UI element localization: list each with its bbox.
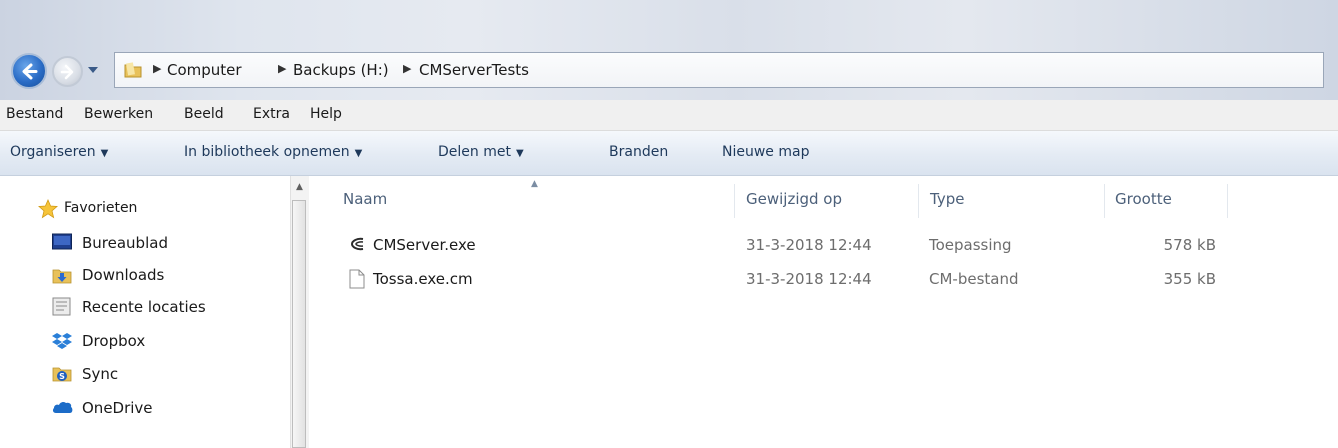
forward-button[interactable] bbox=[52, 56, 83, 87]
organize-button[interactable]: Organiseren ▼ bbox=[10, 144, 108, 160]
file-type: Toepassing bbox=[929, 236, 1012, 254]
nav-item-label: OneDrive bbox=[82, 399, 153, 417]
organize-label: Organiseren bbox=[10, 144, 96, 160]
breadcrumb-separator-icon[interactable]: ▶ bbox=[278, 62, 286, 75]
file-modified: 31-3-2018 12:44 bbox=[746, 236, 872, 254]
nav-item-label: Sync bbox=[82, 365, 119, 383]
menu-edit[interactable]: Bewerken bbox=[84, 106, 153, 122]
file-row[interactable]: Tossa.exe.cm 31-3-2018 12:44 CM-bestand … bbox=[339, 266, 1299, 292]
include-in-library-button[interactable]: In bibliotheek opnemen ▼ bbox=[184, 144, 362, 160]
column-divider[interactable] bbox=[734, 184, 735, 218]
column-divider[interactable] bbox=[1104, 184, 1105, 218]
desktop-icon bbox=[52, 233, 72, 250]
menu-tools[interactable]: Extra bbox=[253, 106, 290, 122]
file-type: CM-bestand bbox=[929, 270, 1019, 288]
breadcrumb-separator-icon[interactable]: ▶ bbox=[153, 62, 161, 75]
downloads-folder-icon bbox=[52, 269, 72, 284]
navigation-bar: ▶ Computer ▶ Backups (H:) ▶ CMServerTest… bbox=[0, 40, 1338, 98]
chevron-down-icon: ▼ bbox=[354, 148, 363, 159]
column-divider[interactable] bbox=[918, 184, 919, 218]
column-header-name[interactable]: Naam bbox=[343, 190, 387, 208]
back-button[interactable] bbox=[11, 53, 47, 89]
menu-help[interactable]: Help bbox=[310, 106, 342, 122]
nav-item-label: Dropbox bbox=[82, 332, 146, 350]
svg-text:S: S bbox=[59, 372, 65, 381]
column-divider[interactable] bbox=[1227, 184, 1228, 218]
chevron-down-icon: ▼ bbox=[515, 148, 524, 159]
recent-pages-dropdown-icon[interactable] bbox=[88, 67, 98, 74]
share-with-button[interactable]: Delen met ▼ bbox=[438, 144, 524, 160]
dropbox-icon bbox=[52, 333, 72, 349]
command-bar: Organiseren ▼ In bibliotheek opnemen ▼ Del… bbox=[0, 131, 1338, 176]
file-row[interactable]: CMServer.exe 31-3-2018 12:44 Toepassing … bbox=[339, 232, 1299, 258]
scroll-up-arrow-icon[interactable]: ▲ bbox=[296, 182, 303, 192]
column-header-modified[interactable]: Gewijzigd op bbox=[746, 190, 842, 208]
column-header-size[interactable]: Grootte bbox=[1115, 190, 1172, 208]
share-with-label: Delen met bbox=[438, 144, 511, 160]
new-folder-button[interactable]: Nieuwe map bbox=[722, 144, 809, 160]
file-name: CMServer.exe bbox=[373, 236, 476, 254]
file-list-pane: ▲ Naam Gewijzigd op Type Grootte CMServe… bbox=[309, 176, 1338, 448]
back-arrow-icon bbox=[22, 63, 38, 80]
navigation-pane: Favorieten Bureaublad Downloads Recente … bbox=[0, 176, 290, 448]
blank-file-icon bbox=[349, 269, 365, 289]
cmserver-app-icon bbox=[350, 237, 364, 251]
include-library-label: In bibliotheek opnemen bbox=[184, 144, 350, 160]
column-header-type[interactable]: Type bbox=[930, 190, 964, 208]
star-icon bbox=[38, 199, 58, 219]
nav-item-label: Downloads bbox=[82, 266, 165, 284]
sync-folder-icon: S bbox=[52, 367, 72, 382]
folder-icon bbox=[124, 62, 142, 78]
breadcrumb-separator-icon[interactable]: ▶ bbox=[403, 62, 411, 75]
file-modified: 31-3-2018 12:44 bbox=[746, 270, 872, 288]
scrollbar-thumb[interactable] bbox=[292, 200, 306, 448]
onedrive-cloud-icon bbox=[52, 401, 73, 413]
breadcrumb-computer[interactable]: Computer bbox=[167, 61, 242, 79]
nav-item-label: Bureaublad bbox=[82, 234, 168, 252]
nav-item-label: Recente locaties bbox=[82, 298, 206, 316]
chevron-down-icon: ▼ bbox=[100, 148, 109, 159]
nav-favorites-label: Favorieten bbox=[64, 200, 138, 216]
navigation-scrollbar[interactable]: ▲ bbox=[290, 176, 310, 448]
recent-places-icon bbox=[52, 297, 71, 316]
file-name: Tossa.exe.cm bbox=[373, 270, 473, 288]
menu-view[interactable]: Beeld bbox=[184, 106, 224, 122]
menu-file[interactable]: Bestand bbox=[6, 106, 63, 122]
file-size: 355 kB bbox=[1163, 270, 1216, 288]
sort-ascending-icon: ▲ bbox=[531, 179, 538, 189]
menu-bar: Bestand Bewerken Beeld Extra Help bbox=[0, 100, 1338, 131]
breadcrumb-backups[interactable]: Backups (H:) bbox=[293, 61, 389, 79]
forward-arrow-icon bbox=[60, 64, 74, 80]
burn-button[interactable]: Branden bbox=[609, 144, 668, 160]
address-bar[interactable]: ▶ Computer ▶ Backups (H:) ▶ CMServerTest… bbox=[114, 52, 1324, 88]
breadcrumb-cmservertests[interactable]: CMServerTests bbox=[419, 61, 529, 79]
file-size: 578 kB bbox=[1163, 236, 1216, 254]
